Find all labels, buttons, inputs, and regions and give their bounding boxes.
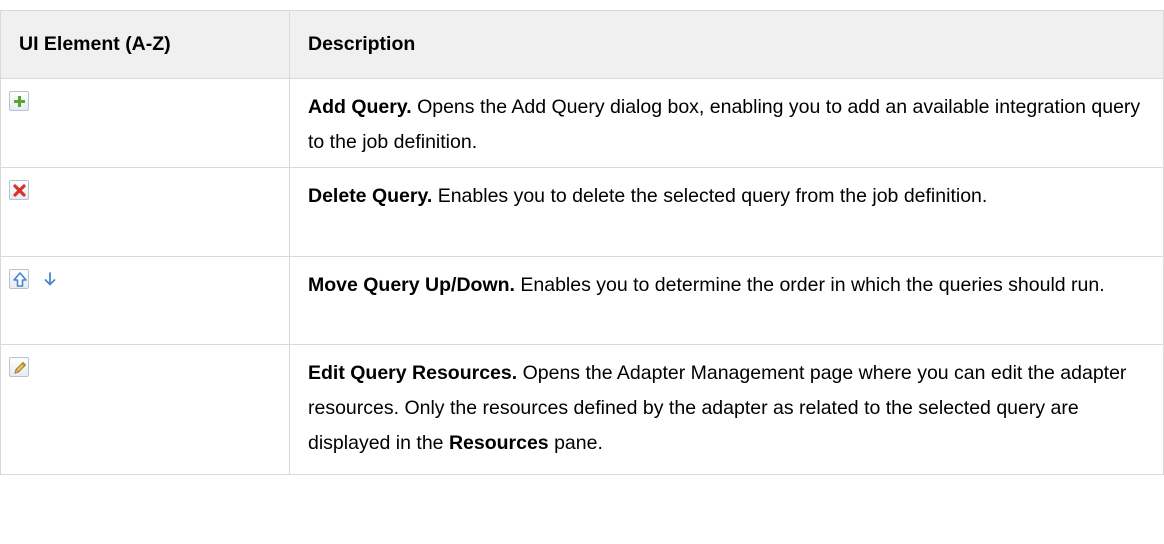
description-text: Enables you to determine the order in wh… (514, 274, 1105, 296)
ui-element-cell (0, 344, 290, 475)
ui-element-cell (0, 78, 290, 168)
description-cell: Edit Query Resources. Opens the Adapter … (289, 344, 1164, 475)
table-row: Edit Query Resources. Opens the Adapter … (0, 344, 1164, 475)
table-row: Delete Query. Enables you to delete the … (0, 167, 1164, 257)
table-row: Move Query Up/Down. Enables you to deter… (0, 256, 1164, 345)
term-label: Move Query Up/Down. (308, 274, 515, 296)
ui-element-cell (0, 256, 290, 345)
ui-element-cell (0, 167, 290, 257)
term-label: Add Query. (308, 96, 412, 118)
column-header-ui-element: UI Element (A-Z) (0, 10, 290, 79)
term-label: Delete Query. (308, 185, 433, 207)
description-text: Enables you to delete the selected query… (432, 185, 988, 207)
arrow-down-icon (40, 269, 60, 289)
description-text: Opens the Add Query dialog box, enabling… (308, 96, 1141, 153)
resources-label: Resources (448, 432, 549, 454)
description-cell: Move Query Up/Down. Enables you to deter… (289, 256, 1164, 345)
add-icon (9, 91, 29, 111)
term-label: Edit Query Resources. (308, 362, 518, 384)
ui-elements-table: UI Element (A-Z) Description Add Query. … (0, 10, 1164, 475)
description-text-end: pane. (548, 432, 603, 454)
table-header-row: UI Element (A-Z) Description (0, 10, 1164, 79)
description-cell: Delete Query. Enables you to delete the … (289, 167, 1164, 257)
column-header-description: Description (289, 10, 1164, 79)
pencil-icon (9, 357, 29, 377)
arrow-up-icon (9, 269, 29, 289)
delete-icon (9, 180, 29, 200)
table-row: Add Query. Opens the Add Query dialog bo… (0, 78, 1164, 168)
description-cell: Add Query. Opens the Add Query dialog bo… (289, 78, 1164, 168)
